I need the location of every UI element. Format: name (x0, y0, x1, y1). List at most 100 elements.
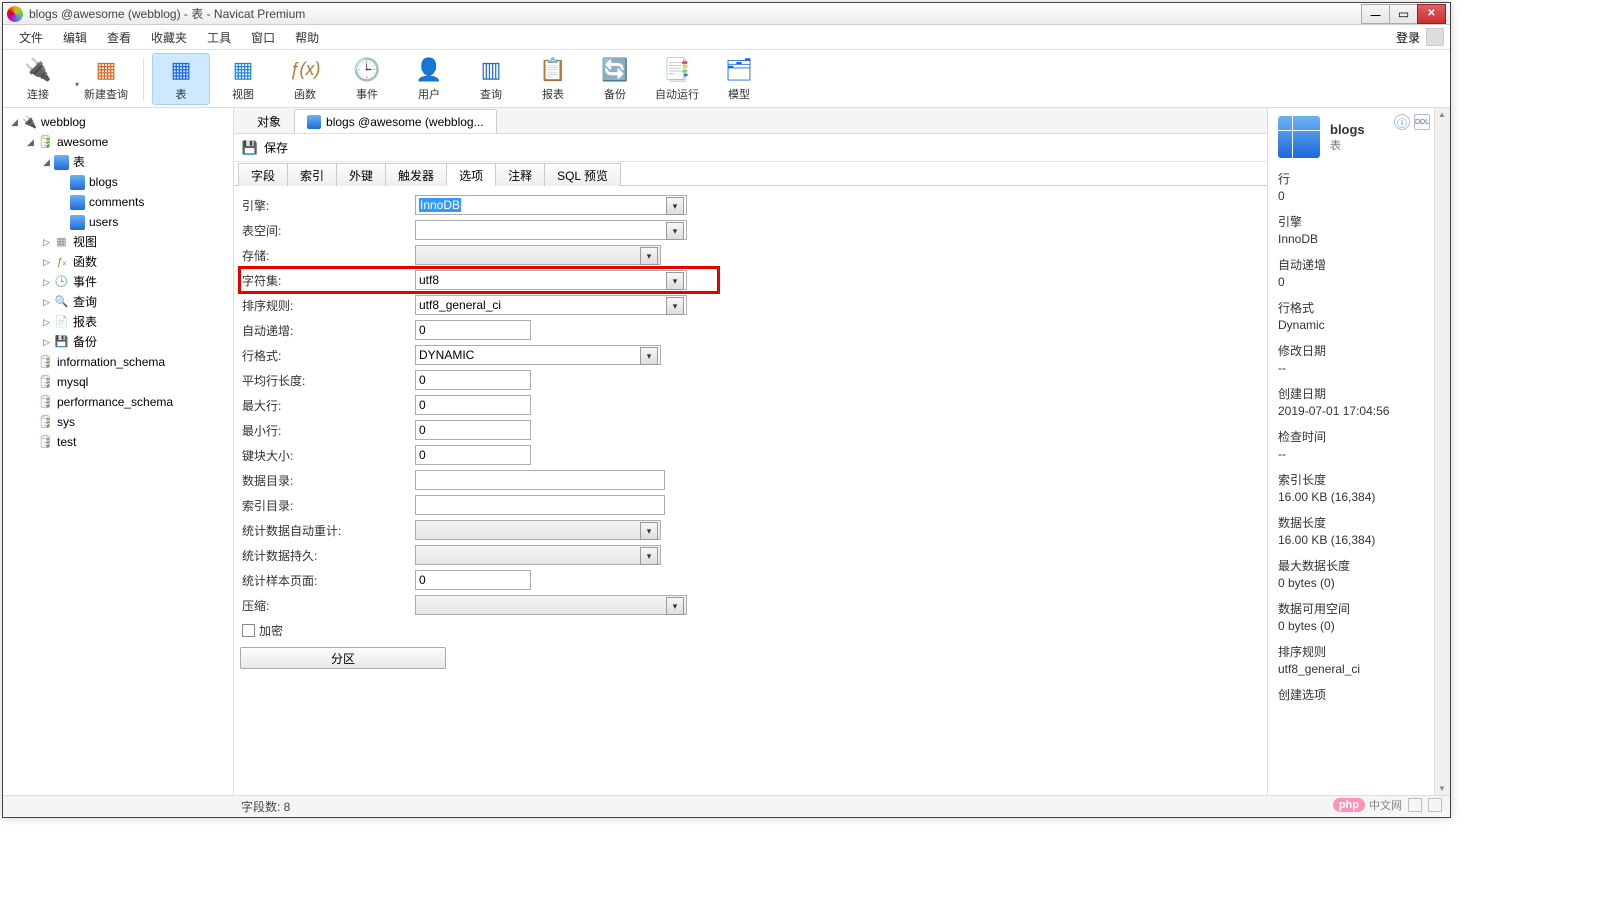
chevron-down-icon[interactable]: ▾ (75, 80, 79, 89)
expand-icon[interactable] (41, 277, 52, 288)
row-encrypt: 加密 (240, 618, 1261, 642)
combo-engine[interactable]: InnoDB (415, 195, 687, 215)
menu-fav[interactable]: 收藏夹 (141, 26, 197, 49)
expand-icon[interactable] (9, 117, 20, 128)
combo-charset[interactable]: utf8 (415, 270, 687, 290)
info-icon[interactable]: ⓘ (1394, 114, 1410, 130)
combo-rowfmt[interactable]: DYNAMIC (415, 345, 661, 365)
menu-help[interactable]: 帮助 (285, 26, 329, 49)
tree-label: information_schema (57, 353, 165, 371)
expand-icon[interactable] (41, 157, 52, 168)
tool-user[interactable]: 👤 用户 (400, 53, 458, 105)
input-avgrow[interactable]: 0 (415, 370, 531, 390)
input-keyblock[interactable]: 0 (415, 445, 531, 465)
tree-connection[interactable]: webblog (7, 112, 231, 132)
tab-trigger[interactable]: 触发器 (385, 163, 447, 186)
tool-connect[interactable]: 🔌 连接 (9, 53, 67, 105)
tab-sqlpreview[interactable]: SQL 预览 (544, 163, 621, 186)
expand-icon[interactable] (41, 317, 52, 328)
table-icon (70, 175, 85, 190)
menu-view[interactable]: 查看 (97, 26, 141, 49)
input-datadir[interactable] (415, 470, 665, 490)
tool-newquery[interactable]: ▦ 新建查询 (77, 53, 135, 105)
tree-table-item[interactable]: comments (55, 192, 231, 212)
input-minrow[interactable]: 0 (415, 420, 531, 440)
combo-compress[interactable] (415, 595, 687, 615)
expand-icon[interactable] (41, 297, 52, 308)
tree-label: awesome (57, 133, 108, 151)
tab-fk[interactable]: 外键 (336, 163, 386, 186)
minimize-button[interactable] (1361, 4, 1390, 24)
tab-objects[interactable]: 对象 (244, 109, 294, 133)
tree-backups[interactable]: 备份 (39, 332, 231, 352)
tab-fields[interactable]: 字段 (238, 163, 288, 186)
menu-edit[interactable]: 编辑 (53, 26, 97, 49)
avatar-icon[interactable] (1426, 28, 1444, 46)
combo-statsauto[interactable] (415, 520, 661, 540)
combo-statspersist[interactable] (415, 545, 661, 565)
tool-function[interactable]: ƒ(x) 函数 (276, 53, 334, 105)
tree-tables-group[interactable]: 表 (39, 152, 231, 172)
connection-tree[interactable]: webblog awesome (3, 108, 234, 795)
expand-icon[interactable] (41, 337, 52, 348)
login-link[interactable]: 登录 (1396, 29, 1420, 46)
tree-reports[interactable]: 报表 (39, 312, 231, 332)
ddl-icon[interactable]: DDL (1414, 114, 1430, 130)
tab-comment[interactable]: 注释 (495, 163, 545, 186)
tab-options[interactable]: 选项 (446, 163, 496, 186)
menu-tools[interactable]: 工具 (197, 26, 241, 49)
tool-table[interactable]: ▦ 表 (152, 53, 210, 105)
combo-tablespace[interactable] (415, 220, 687, 240)
partition-button[interactable]: 分区 (240, 647, 446, 669)
tool-query[interactable]: ▥ 查询 (462, 53, 520, 105)
tree-table-item[interactable]: users (55, 212, 231, 232)
tool-view[interactable]: ▦ 视图 (214, 53, 272, 105)
maximize-button[interactable] (1389, 4, 1418, 24)
report-icon (54, 315, 69, 330)
info-property: 排序规则utf8_general_ci (1278, 643, 1440, 676)
row-engine: 引擎: InnoDB (240, 193, 1261, 217)
tool-model[interactable]: 🗂 模型 (710, 53, 768, 105)
expand-icon[interactable] (41, 237, 52, 248)
combo-storage[interactable] (415, 245, 661, 265)
tree-queries[interactable]: 查询 (39, 292, 231, 312)
input-statspages[interactable]: 0 (415, 570, 531, 590)
row-statspersist: 统计数据持久: (240, 543, 1261, 567)
combo-value: utf8 (419, 273, 439, 287)
close-button[interactable] (1417, 4, 1446, 24)
tool-event[interactable]: 🕒 事件 (338, 53, 396, 105)
tree-database[interactable]: awesome (23, 132, 231, 152)
menu-window[interactable]: 窗口 (241, 26, 285, 49)
tool-backup[interactable]: 🔄 备份 (586, 53, 644, 105)
tree-events[interactable]: 事件 (39, 272, 231, 292)
tree-functions[interactable]: 函数 (39, 252, 231, 272)
menu-file[interactable]: 文件 (9, 26, 53, 49)
backup-icon (54, 335, 69, 350)
input-autoinc[interactable]: 0 (415, 320, 531, 340)
expand-icon[interactable] (41, 257, 52, 268)
expand-icon[interactable] (25, 137, 36, 148)
tool-autorun[interactable]: 📑 自动运行 (648, 53, 706, 105)
checkbox-encrypt[interactable]: 加密 (240, 622, 283, 639)
tool-report[interactable]: 📋 报表 (524, 53, 582, 105)
tab-index[interactable]: 索引 (287, 163, 337, 186)
tree-sysdb[interactable]: sys (23, 412, 231, 432)
input-indexdir[interactable] (415, 495, 665, 515)
tree-sysdb[interactable]: information_schema (23, 352, 231, 372)
tab-current-table[interactable]: blogs @awesome (webblog... (294, 109, 497, 133)
tree-sysdb[interactable]: test (23, 432, 231, 452)
combo-collation[interactable]: utf8_general_ci (415, 295, 687, 315)
label-statspersist: 统计数据持久: (240, 547, 415, 564)
prop-value: 2019-07-01 17:04:56 (1278, 404, 1426, 418)
row-maxrow: 最大行: 0 (240, 393, 1261, 417)
watermark-square-icon (1408, 798, 1422, 812)
input-maxrow[interactable]: 0 (415, 395, 531, 415)
save-button[interactable]: 保存 (264, 139, 288, 156)
scrollbar[interactable] (1434, 108, 1450, 795)
prop-value: -- (1278, 447, 1426, 461)
tree-views[interactable]: 视图 (39, 232, 231, 252)
tree-table-item[interactable]: blogs (55, 172, 231, 192)
tree-sysdb[interactable]: performance_schema (23, 392, 231, 412)
tree-sysdb[interactable]: mysql (23, 372, 231, 392)
tree-label: blogs (89, 173, 118, 191)
